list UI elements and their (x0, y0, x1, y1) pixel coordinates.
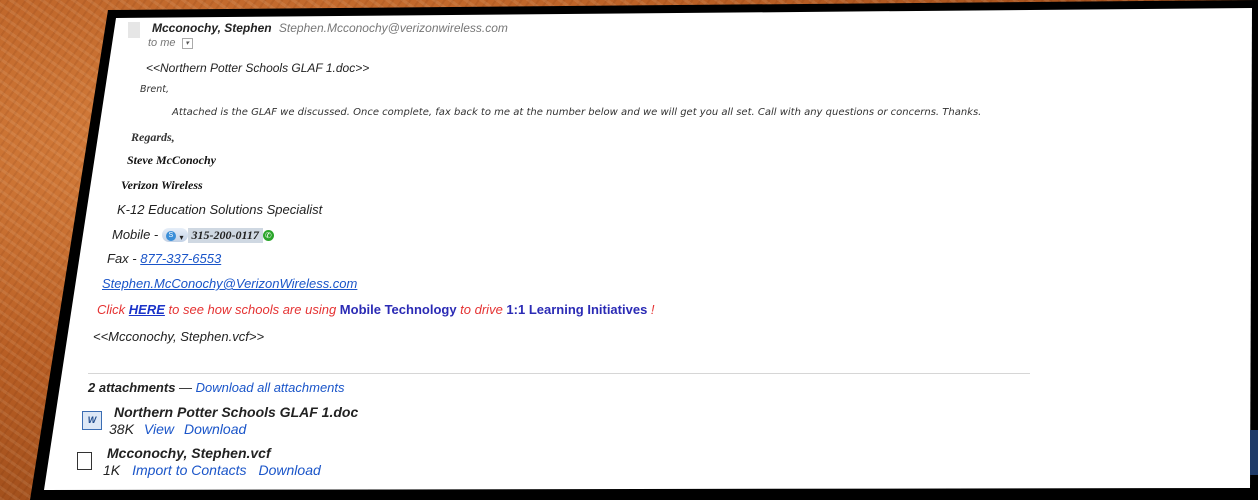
email-view: Mcconochy, Stephen Stephen.Mcconochy@ver… (44, 8, 1252, 490)
attachments-count: 2 attachments (88, 380, 176, 395)
signature-name: Steve McConochy (127, 153, 216, 167)
body-text: Attached is the GLAF we discussed. Once … (172, 107, 982, 118)
sender-email: Stephen.Mcconochy@verizonwireless.com (278, 21, 508, 35)
greeting: Brent, (140, 84, 170, 95)
view-link[interactable]: View (144, 421, 174, 437)
attachment-name[interactable]: Northern Potter Schools GLAF 1.doc (114, 404, 358, 420)
fax-number-link[interactable]: 877-337-6553 (140, 251, 221, 266)
attachments-header: 2 attachments — Download all attachments (88, 380, 345, 395)
to-me-label: to me (148, 37, 176, 49)
signature-email-link[interactable]: Stephen.McConochy@VerizonWireless.com (102, 276, 357, 291)
promo-line: Click HERE to see how schools are using … (97, 302, 655, 317)
generic-file-icon (77, 452, 92, 470)
download-link[interactable]: Download (259, 462, 321, 478)
promo-mobile-technology: Mobile Technology (339, 302, 457, 317)
promo-text-1: Click (97, 302, 129, 317)
attachment-meta: 38K View Download (109, 421, 256, 437)
vcf-attachment-ref: <<Mcconochy, Stephen.vcf>> (93, 329, 265, 344)
edge-bar (1250, 430, 1258, 475)
sender-name[interactable]: Mcconochy, Stephen (152, 21, 272, 35)
recipient-line: to me ▾ (148, 37, 193, 49)
promo-text-2: to see how schools are using (164, 302, 340, 317)
call-icon[interactable]: ✆ (262, 230, 274, 242)
chevron-down-icon[interactable]: ▾ (181, 37, 193, 49)
promo-end: ! (647, 302, 655, 317)
promo-text-3: to drive (456, 302, 507, 317)
attachment-size: 1K (103, 462, 121, 478)
skype-icon: S (165, 231, 176, 242)
download-link[interactable]: Download (184, 421, 246, 437)
attachments-separator: — (175, 380, 196, 395)
mobile-label: Mobile - (112, 227, 162, 242)
inline-attachment-ref: <<Northern Potter Schools GLAF 1.doc>> (146, 61, 370, 75)
avatar (128, 22, 140, 38)
divider (88, 373, 1030, 374)
signature-title: K-12 Education Solutions Specialist (117, 202, 323, 217)
attachment-name[interactable]: Mcconochy, Stephen.vcf (107, 445, 271, 461)
import-to-contacts-link[interactable]: Import to Contacts (132, 462, 246, 478)
here-link[interactable]: HERE (129, 302, 165, 317)
signature-fax: Fax - 877-337-6553 (107, 251, 221, 266)
phone-chip[interactable]: S ▾ (161, 227, 188, 242)
download-all-link[interactable]: Download all attachments (196, 380, 345, 395)
attachment-meta: 1K Import to Contacts Download (103, 462, 333, 478)
sender-line: Mcconochy, Stephen Stephen.Mcconochy@ver… (152, 21, 508, 35)
fax-label: Fax - (107, 251, 141, 266)
promo-initiatives: 1:1 Learning Initiatives (506, 302, 648, 317)
regards: Regards, (131, 130, 175, 144)
word-doc-icon: W (82, 411, 102, 430)
signature-company: Verizon Wireless (121, 178, 203, 192)
attachment-size: 38K (109, 421, 134, 437)
mobile-number[interactable]: 315-200-0117 (187, 228, 263, 244)
signature-mobile: Mobile - S ▾ 315-200-0117 ✆ (112, 227, 274, 244)
chevron-down-icon: ▾ (179, 232, 184, 242)
